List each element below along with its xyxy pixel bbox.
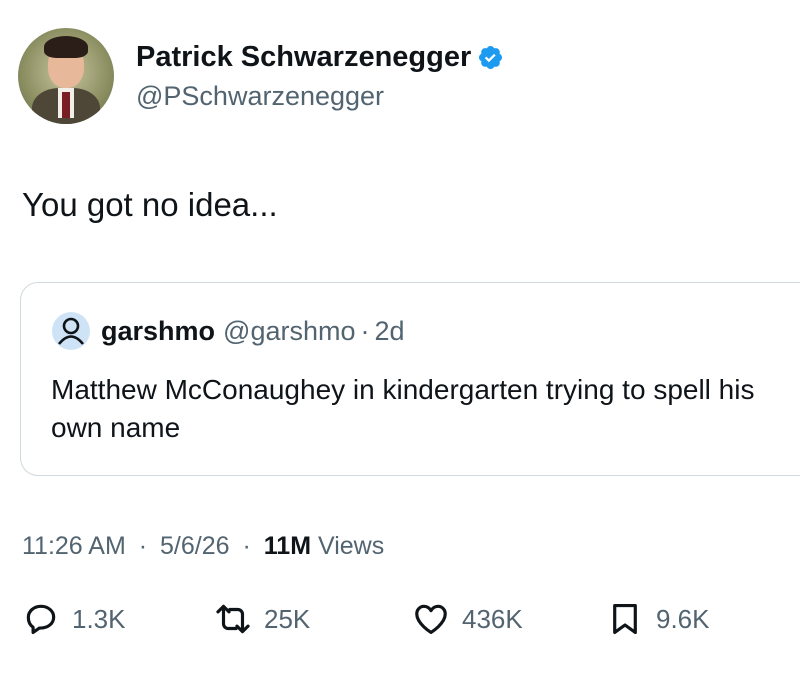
quoted-tweet-header: garshmo @garshmo · 2d	[51, 311, 405, 351]
reply-button[interactable]: 1.3K	[22, 600, 126, 638]
tweet-time[interactable]: 11:26 AM	[22, 532, 126, 560]
quoted-author-handle[interactable]: @garshmo	[223, 316, 355, 347]
meta-separator: ·	[242, 532, 251, 560]
repost-count: 25K	[264, 603, 311, 634]
reply-count: 1.3K	[72, 603, 126, 634]
avatar-hair	[44, 36, 88, 58]
heart-icon	[415, 604, 447, 635]
action-bar: 1.3K 25K 436K 9.6K	[22, 600, 782, 644]
quoted-tweet[interactable]: garshmo @garshmo · 2d Matthew McConaughe…	[20, 282, 800, 476]
author-display-name[interactable]: Patrick Schwarzenegger	[136, 39, 471, 75]
bookmark-button[interactable]: 9.6K	[606, 600, 710, 638]
bookmark-icon	[613, 603, 637, 635]
tweet-author[interactable]: Patrick Schwarzenegger @PSchwarzenegger	[18, 28, 504, 124]
quoted-tweet-text: Matthew McConaughey in kindergarten tryi…	[51, 374, 755, 443]
views-label: Views	[317, 532, 385, 560]
repost-button[interactable]: 25K	[214, 600, 310, 638]
tweet-text: You got no idea...	[22, 186, 278, 223]
quoted-timestamp[interactable]: 2d	[375, 316, 405, 347]
views-count: 11M	[263, 532, 312, 560]
verified-badge-icon	[479, 45, 503, 69]
like-count: 436K	[462, 603, 523, 634]
quoted-separator: ·	[360, 315, 370, 346]
author-handle[interactable]: @PSchwarzenegger	[136, 79, 504, 113]
author-names: Patrick Schwarzenegger @PSchwarzenegger	[136, 39, 504, 113]
author-avatar[interactable]	[18, 28, 114, 124]
like-button[interactable]: 436K	[412, 600, 523, 638]
tweet-date[interactable]: 5/6/26	[160, 532, 230, 560]
author-display-name-row[interactable]: Patrick Schwarzenegger	[136, 39, 504, 75]
bookmark-count: 9.6K	[656, 603, 710, 634]
avatar-tie	[62, 92, 70, 118]
quoted-author-name[interactable]: garshmo	[101, 316, 215, 347]
tweet-meta: 11:26 AM · 5/6/26 · 11M Views	[22, 532, 384, 561]
default-user-icon[interactable]	[51, 311, 91, 351]
repost-icon	[216, 604, 250, 634]
meta-separator: ·	[138, 532, 148, 560]
reply-icon	[26, 604, 56, 635]
